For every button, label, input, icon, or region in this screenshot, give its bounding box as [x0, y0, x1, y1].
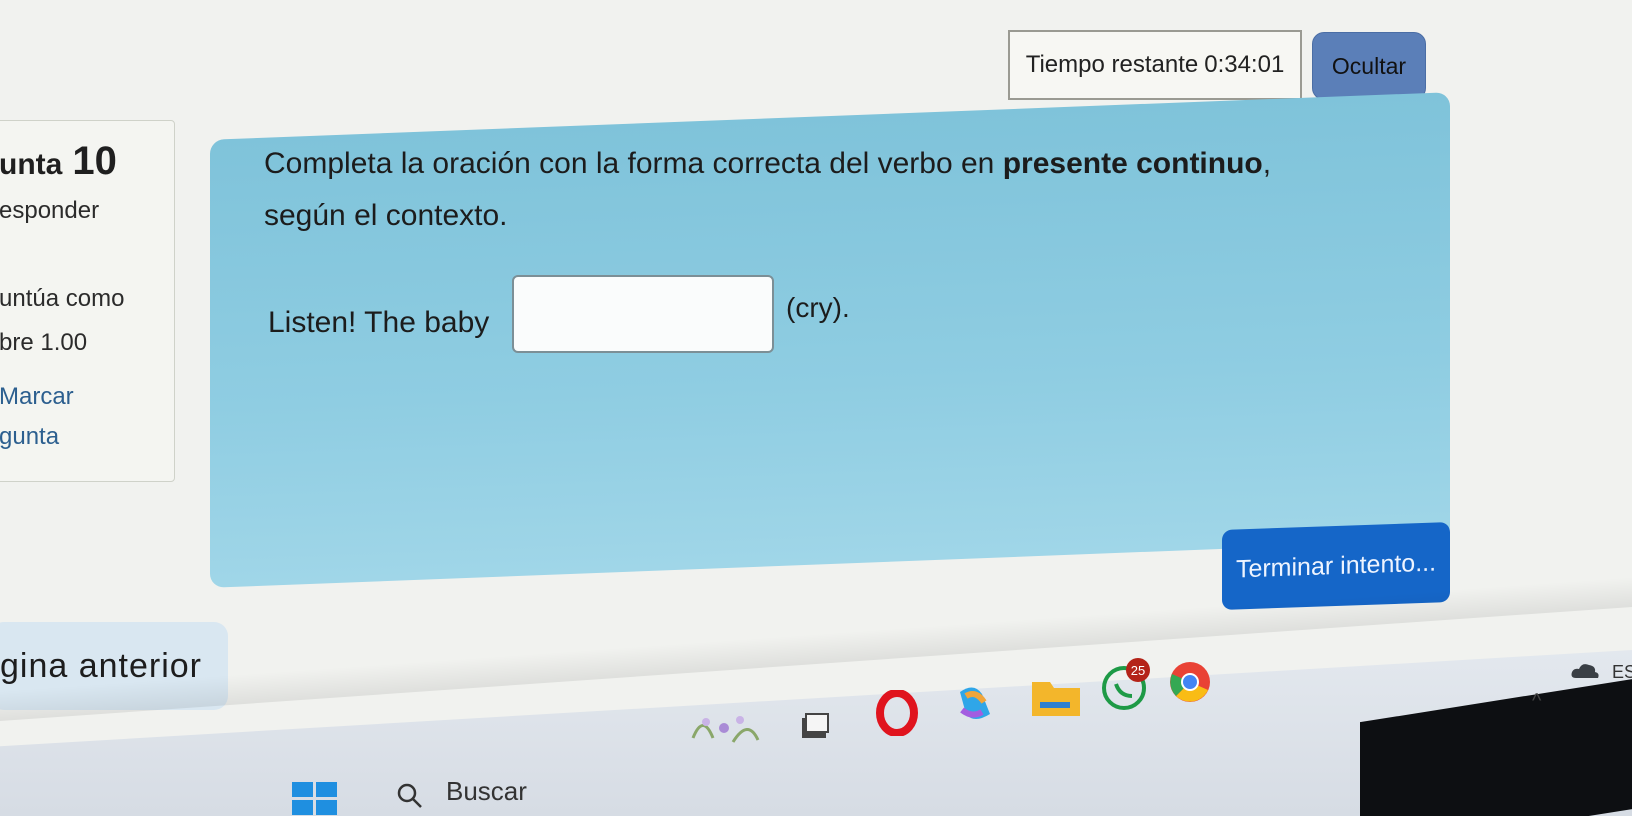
- flag-question-link[interactable]: Marcar: [0, 383, 74, 411]
- points-value: bre 1.00: [0, 329, 88, 356]
- timer-value: 0:34:01: [1204, 51, 1285, 78]
- instruction-bold-term: presente continuo: [1002, 147, 1263, 180]
- question-title-text: unta: [0, 148, 63, 181]
- language-indicator[interactable]: ES: [1612, 662, 1632, 683]
- points-label: untúa como: [0, 285, 125, 312]
- search-icon: [396, 782, 424, 815]
- task-view-icon[interactable]: [798, 712, 832, 747]
- taskbar-search-field[interactable]: Buscar: [446, 776, 527, 807]
- file-explorer-icon[interactable]: [1030, 676, 1082, 723]
- question-title: unta 10: [0, 139, 117, 184]
- chrome-icon[interactable]: [1168, 660, 1212, 709]
- question-number: 10: [72, 139, 117, 183]
- question-info-panel: unta 10 esponder untúa como bre 1.00 Marc…: [0, 120, 175, 482]
- flag-question-link-cont[interactable]: gunta: [0, 423, 59, 451]
- answer-input[interactable]: [512, 275, 774, 353]
- onedrive-icon[interactable]: [1570, 660, 1600, 687]
- instruction-text-start: Completa la oración con la forma correct…: [264, 147, 1003, 180]
- hide-timer-button[interactable]: Ocultar: [1312, 32, 1426, 100]
- question-instruction: Completa la oración con la forma correct…: [264, 138, 1344, 242]
- opera-icon[interactable]: [876, 689, 918, 741]
- tray-overflow-chevron-icon[interactable]: ^: [1532, 690, 1541, 713]
- timer-display: Tiempo restante 0:34:01: [1008, 30, 1302, 100]
- whatsapp-badge: 25: [1131, 663, 1145, 678]
- question-status: esponder: [0, 197, 100, 224]
- timer-label: Tiempo restante: [1025, 51, 1199, 78]
- widgets-icon[interactable]: [688, 708, 768, 753]
- copilot-icon[interactable]: [952, 684, 996, 729]
- windows-start-icon[interactable]: [292, 782, 338, 816]
- question-sentence: Listen! The baby: [268, 306, 490, 339]
- verb-hint: (cry).: [786, 292, 850, 323]
- whatsapp-icon[interactable]: 25: [1098, 656, 1156, 721]
